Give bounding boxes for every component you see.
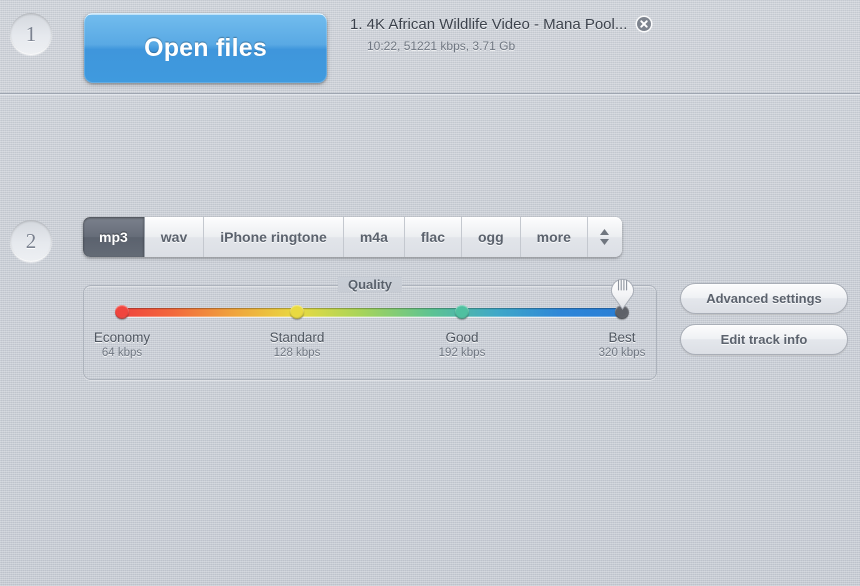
file-title-row: 1. 4K African Wildlife Video - Mana Pool… [350,12,680,36]
step-1-number: 1 [25,21,37,46]
format-tab-more[interactable]: more [521,217,588,257]
quality-slider[interactable] [115,278,634,319]
open-files-label: Open files [144,33,267,62]
quality-legend: Quality [337,277,403,292]
file-title: 1. 4K African Wildlife Video - Mana Pool… [350,15,628,33]
quality-stop-name: Best [608,330,636,345]
quality-knob-standard[interactable] [290,305,304,319]
format-tab-label: mp3 [99,229,128,245]
step-1-badge: 1 [10,13,52,55]
format-tab-iphone-ringtone[interactable]: iPhone ringtone [204,217,344,257]
step-2-number: 2 [25,228,37,253]
format-tab-wav[interactable]: wav [145,217,205,257]
advanced-settings-button[interactable]: Advanced settings [680,283,848,314]
advanced-settings-label: Advanced settings [706,291,822,306]
quality-knob-good[interactable] [455,305,469,319]
file-metadata: 10:22, 51221 kbps, 3.71 Gb [367,39,516,53]
step-2-section: 2 mp3 wav iPhone ringtone m4a flac ogg more Qu… [0,95,860,493]
format-tab-label: wav [160,229,188,245]
quality-stop-name: Standard [269,330,325,345]
quality-stop-bitrate: 128 kbps [273,347,321,359]
quality-panel: Quality Economy 64 kbps Standard 128 kbp… [83,277,658,380]
step-2-badge: 2 [10,220,52,262]
quality-slider-track[interactable] [122,308,622,317]
quality-stop-best[interactable]: Best 320 kbps [562,330,682,359]
quality-stop-bitrate: 64 kbps [101,347,143,359]
step-1-section: 1 Open files 1. 4K African Wildlife Vide… [0,0,860,95]
file-list-item: 1. 4K African Wildlife Video - Mana Pool… [350,12,680,53]
step-3-section: 3 Convert [0,493,860,586]
format-tab-mp3[interactable]: mp3 [83,217,145,257]
format-tab-ogg[interactable]: ogg [462,217,521,257]
format-tab-m4a[interactable]: m4a [344,217,405,257]
edit-track-info-button[interactable]: Edit track info [680,324,848,355]
format-tab-label: iPhone ringtone [220,229,327,245]
converter-window: 1 Open files 1. 4K African Wildlife Vide… [0,0,860,586]
quality-stop-standard[interactable]: Standard 128 kbps [237,330,357,359]
format-tab-flac[interactable]: flac [405,217,462,257]
quality-stop-good[interactable]: Good 192 kbps [402,330,522,359]
quality-stop-bitrate: 320 kbps [598,347,646,359]
format-tab-label: flac [420,229,445,245]
slider-handle-icon[interactable] [610,268,635,310]
quality-stop-name: Economy [93,330,151,345]
quality-stop-name: Good [445,330,479,345]
format-tab-label: m4a [359,229,388,245]
quality-stop-bitrate: 192 kbps [438,347,486,359]
quality-knob-economy[interactable] [115,305,129,319]
format-tab-label: ogg [477,229,504,245]
up-down-stepper-icon[interactable] [588,217,622,257]
format-tabbar: mp3 wav iPhone ringtone m4a flac ogg more [83,217,622,257]
close-circle-icon[interactable] [635,15,653,33]
format-tab-label: more [536,229,571,245]
edit-track-info-label: Edit track info [720,332,808,347]
quality-stop-labels: Economy 64 kbps Standard 128 kbps Good 192 kb… [84,330,658,370]
quality-stop-economy[interactable]: Economy 64 kbps [62,330,182,359]
open-files-button[interactable]: Open files [84,13,327,83]
